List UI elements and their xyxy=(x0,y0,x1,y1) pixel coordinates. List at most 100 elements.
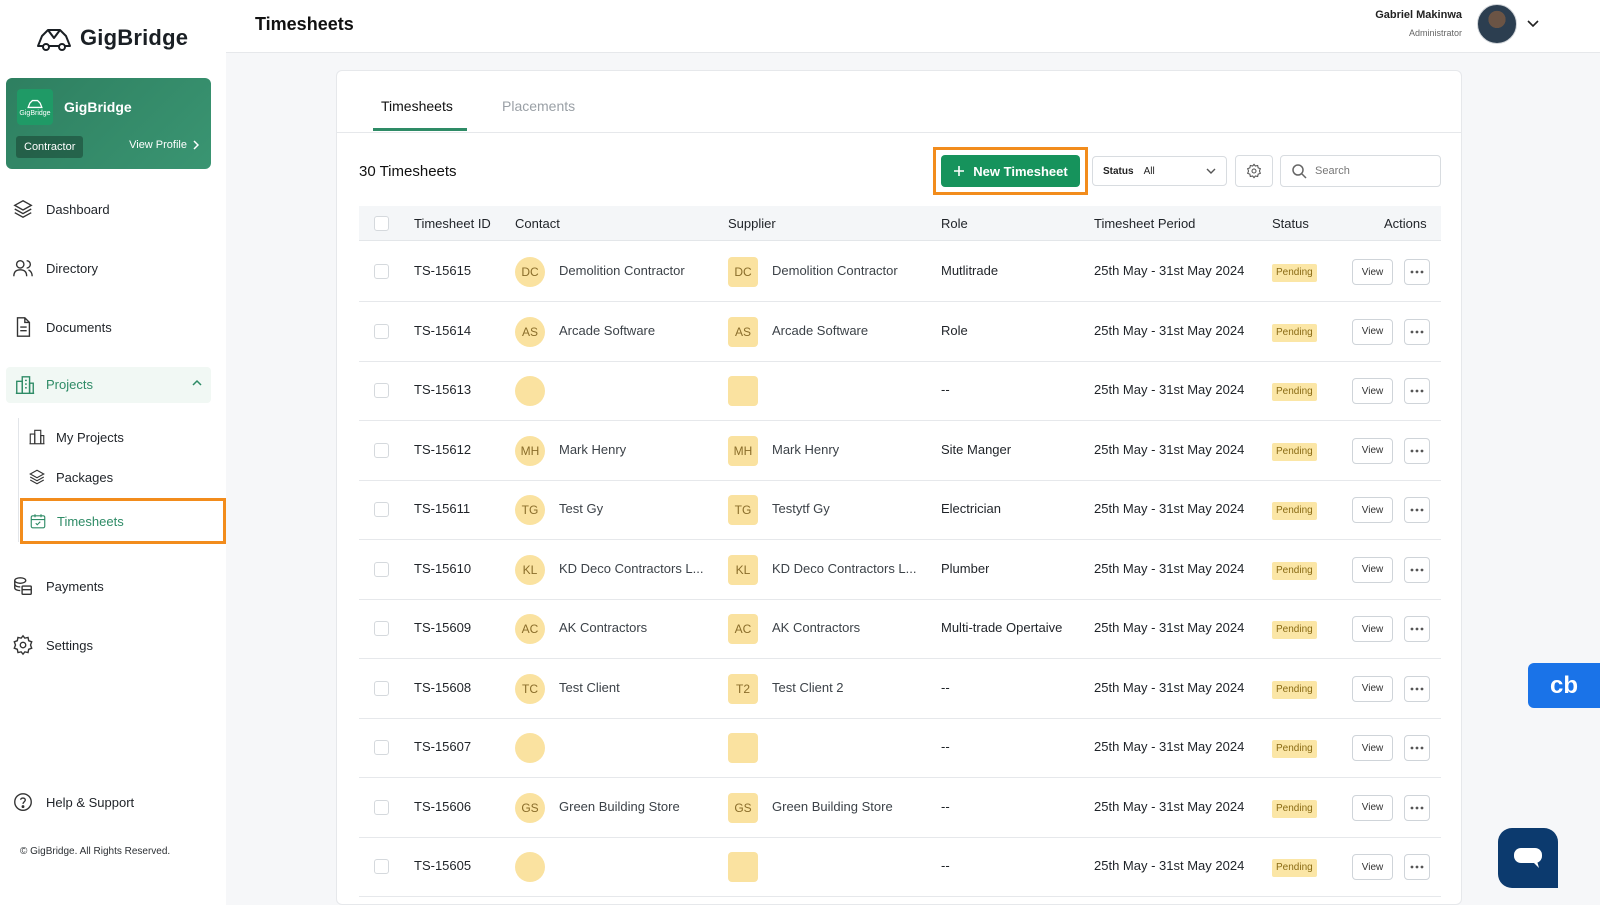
search-icon xyxy=(1292,164,1307,179)
contact-name[interactable]: Test Gy xyxy=(559,501,603,516)
brand-logo[interactable]: GigBridge xyxy=(36,24,188,52)
more-actions-button[interactable] xyxy=(1404,794,1430,821)
plus-icon xyxy=(954,166,965,176)
supplier-name[interactable]: Mark Henry xyxy=(772,442,839,457)
contact-name[interactable]: Test Client xyxy=(559,680,620,695)
contact-name[interactable]: Mark Henry xyxy=(559,442,626,457)
nav-directory[interactable]: Directory xyxy=(12,256,98,280)
chevron-down-icon[interactable] xyxy=(1526,16,1540,30)
nav-dashboard[interactable]: Dashboard xyxy=(12,197,110,221)
tab-timesheets[interactable]: Timesheets xyxy=(381,98,453,114)
more-actions-button[interactable] xyxy=(1404,735,1430,761)
more-actions-button[interactable] xyxy=(1404,675,1430,702)
view-button[interactable]: View xyxy=(1352,259,1393,285)
contact-name[interactable]: Demolition Contractor xyxy=(559,263,685,278)
more-actions-button[interactable] xyxy=(1404,616,1430,642)
gear-icon xyxy=(1246,163,1262,179)
contact-name[interactable]: Green Building Store xyxy=(559,799,680,814)
supplier-name[interactable]: Green Building Store xyxy=(772,799,893,814)
supplier-name[interactable]: Testytf Gy xyxy=(772,501,830,516)
row-checkbox[interactable] xyxy=(374,680,389,696)
status-badge: Pending xyxy=(1272,502,1317,520)
timesheet-id: TS-15606 xyxy=(414,798,472,814)
new-timesheet-button[interactable]: New Timesheet xyxy=(941,155,1080,187)
user-avatar[interactable] xyxy=(1477,4,1517,44)
contact-avatar: TC xyxy=(515,673,545,704)
row-checkbox[interactable] xyxy=(374,859,389,874)
nav-settings[interactable]: Settings xyxy=(12,633,93,657)
row-checkbox[interactable] xyxy=(374,502,389,517)
view-button[interactable]: View xyxy=(1352,675,1393,702)
contact-name[interactable]: KD Deco Contractors L... xyxy=(559,561,704,576)
tab-placements[interactable]: Placements xyxy=(502,98,575,114)
ellipsis-icon xyxy=(1410,270,1424,274)
document-icon xyxy=(16,317,31,337)
status-filter[interactable]: Status All xyxy=(1092,156,1227,186)
row-checkbox[interactable] xyxy=(374,264,389,279)
more-actions-button[interactable] xyxy=(1404,437,1430,464)
org-name: GigBridge xyxy=(64,99,132,115)
row-checkbox[interactable] xyxy=(374,799,389,815)
view-button[interactable]: View xyxy=(1352,735,1393,761)
select-all-checkbox[interactable] xyxy=(374,216,389,231)
nav-timesheets[interactable]: Timesheets xyxy=(20,498,226,544)
more-actions-button[interactable] xyxy=(1404,259,1430,285)
row-checkbox[interactable] xyxy=(374,561,389,577)
row-checkbox[interactable] xyxy=(374,621,389,636)
table-settings-button[interactable] xyxy=(1235,155,1273,187)
supplier-avatar xyxy=(728,733,758,763)
more-actions-button[interactable] xyxy=(1404,378,1430,404)
nav-payments[interactable]: Payments xyxy=(12,574,104,598)
chat-widget-button[interactable] xyxy=(1498,828,1558,888)
nav-my-projects[interactable]: My Projects xyxy=(28,428,124,446)
row-checkbox[interactable] xyxy=(374,383,389,398)
table-row: TS-15613 -- 25th May - 31st May 2024 Pendin… xyxy=(359,361,1441,421)
status-filter-value: All xyxy=(1143,165,1155,177)
timesheet-period: 25th May - 31st May 2024 xyxy=(1094,501,1245,516)
timesheet-id: TS-15612 xyxy=(414,441,472,457)
nav-projects[interactable]: Projects xyxy=(6,367,211,403)
timesheet-id: TS-15614 xyxy=(414,322,472,338)
view-button[interactable]: View xyxy=(1352,497,1393,523)
row-checkbox[interactable] xyxy=(374,740,389,755)
view-button[interactable]: View xyxy=(1352,437,1393,464)
row-checkbox[interactable] xyxy=(374,323,389,339)
user-role: Administrator xyxy=(1408,28,1462,38)
chat-bubble-icon xyxy=(1514,848,1542,868)
ellipsis-icon xyxy=(1410,389,1424,393)
view-button[interactable]: View xyxy=(1352,318,1393,345)
more-actions-button[interactable] xyxy=(1404,318,1430,345)
supplier-name[interactable]: Test Client 2 xyxy=(772,680,844,695)
timesheet-period: 25th May - 31st May 2024 xyxy=(1094,620,1245,635)
more-actions-button[interactable] xyxy=(1404,556,1430,583)
nav-packages[interactable]: Packages xyxy=(28,468,113,486)
supplier-avatar: KL xyxy=(728,554,758,585)
nav-help-support[interactable]: Help & Support xyxy=(12,790,134,814)
ellipsis-icon xyxy=(1410,746,1424,750)
status-badge: Pending xyxy=(1272,621,1317,639)
table-row: TS-15610 KL KD Deco Contractors L... KL KD D… xyxy=(359,540,1441,600)
view-button[interactable]: View xyxy=(1352,794,1393,821)
view-button[interactable]: View xyxy=(1352,378,1393,404)
table-row: TS-15615 DC Demolition Contractor DC Demolit… xyxy=(359,242,1441,302)
view-button[interactable]: View xyxy=(1352,854,1393,880)
supplier-name[interactable]: Demolition Contractor xyxy=(772,263,898,278)
supplier-name[interactable]: AK Contractors xyxy=(772,620,860,635)
role: -- xyxy=(941,382,950,397)
more-actions-button[interactable] xyxy=(1404,497,1430,523)
view-button[interactable]: View xyxy=(1352,616,1393,642)
row-checkbox[interactable] xyxy=(374,442,389,458)
supplier-name[interactable]: Arcade Software xyxy=(772,323,868,338)
timesheet-period: 25th May - 31st May 2024 xyxy=(1094,739,1245,754)
supplier-name[interactable]: KD Deco Contractors L... xyxy=(772,561,917,576)
view-profile-link[interactable]: View Profile xyxy=(129,139,199,151)
col-timesheet-id: Timesheet ID xyxy=(414,216,491,231)
search-input[interactable] xyxy=(1315,165,1425,177)
contact-name[interactable]: AK Contractors xyxy=(559,620,647,635)
supplier-avatar: TG xyxy=(728,495,758,525)
view-button[interactable]: View xyxy=(1352,556,1393,583)
nav-documents[interactable]: Documents xyxy=(12,315,112,339)
cb-widget-button[interactable]: cb xyxy=(1528,663,1600,708)
more-actions-button[interactable] xyxy=(1404,854,1430,880)
contact-name[interactable]: Arcade Software xyxy=(559,323,655,338)
